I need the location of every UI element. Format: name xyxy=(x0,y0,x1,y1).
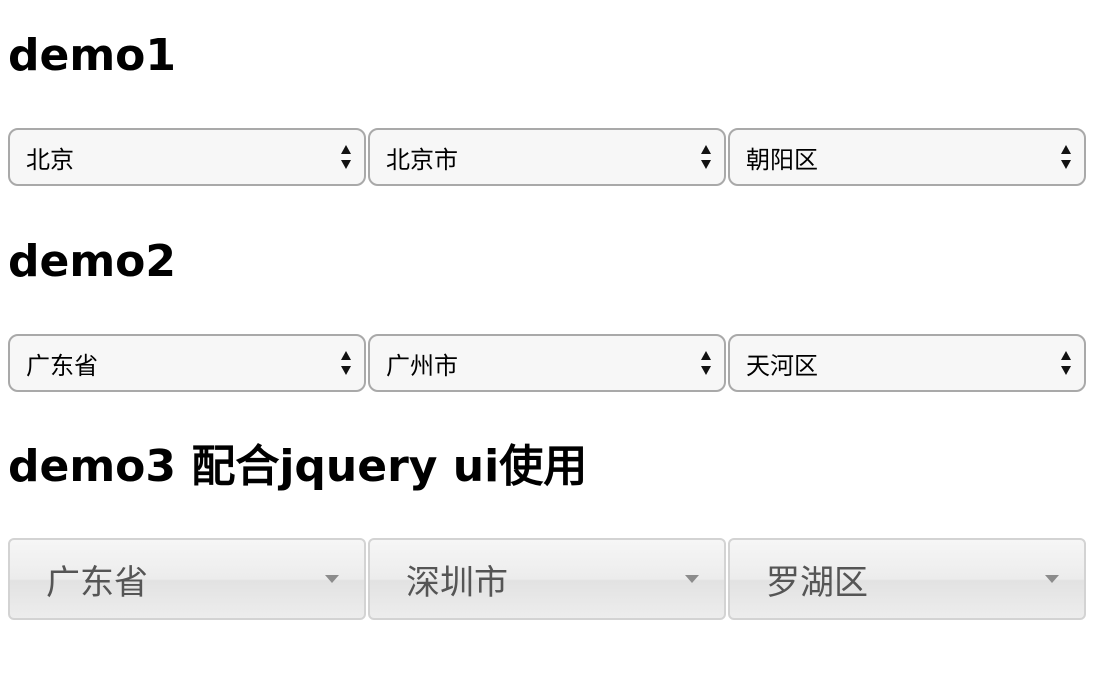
demo2-city-select[interactable]: 广州市 xyxy=(368,334,726,392)
demo3-district-value: 罗湖区 xyxy=(766,562,868,603)
demo3-province-selectmenu[interactable]: 广东省 xyxy=(8,538,366,620)
up-down-arrows-icon xyxy=(700,144,712,170)
demo1-city-value: 北京市 xyxy=(386,145,458,174)
caret-down-icon xyxy=(1044,574,1060,584)
demo1-district-value: 朝阳区 xyxy=(746,145,818,174)
demo2-heading: demo2 xyxy=(8,236,177,287)
up-down-arrows-icon xyxy=(700,350,712,376)
demo1-province-select[interactable]: 北京 xyxy=(8,128,366,186)
demo1-province-value: 北京 xyxy=(26,145,74,174)
demo3-heading: demo3 配合jquery ui使用 xyxy=(8,441,588,492)
demo1-district-select[interactable]: 朝阳区 xyxy=(728,128,1086,186)
demo1-heading: demo1 xyxy=(8,30,177,81)
demo3-select-row: 广东省 深圳市 罗湖区 xyxy=(8,538,1088,620)
demo2-district-value: 天河区 xyxy=(746,351,818,380)
demo2-province-value: 广东省 xyxy=(26,351,98,380)
page: demo1 北京 北京市 朝阳区 demo2 广东省 广州市 天河区 demo3… xyxy=(0,0,1100,678)
up-down-arrows-icon xyxy=(1060,350,1072,376)
demo3-city-value: 深圳市 xyxy=(406,562,508,603)
demo1-select-row: 北京 北京市 朝阳区 xyxy=(8,128,1088,186)
demo2-district-select[interactable]: 天河区 xyxy=(728,334,1086,392)
demo3-province-value: 广东省 xyxy=(46,562,148,603)
demo3-district-selectmenu[interactable]: 罗湖区 xyxy=(728,538,1086,620)
caret-down-icon xyxy=(324,574,340,584)
demo2-city-value: 广州市 xyxy=(386,351,458,380)
demo3-city-selectmenu[interactable]: 深圳市 xyxy=(368,538,726,620)
up-down-arrows-icon xyxy=(1060,144,1072,170)
up-down-arrows-icon xyxy=(340,350,352,376)
up-down-arrows-icon xyxy=(340,144,352,170)
demo2-province-select[interactable]: 广东省 xyxy=(8,334,366,392)
demo1-city-select[interactable]: 北京市 xyxy=(368,128,726,186)
demo2-select-row: 广东省 广州市 天河区 xyxy=(8,334,1088,392)
caret-down-icon xyxy=(684,574,700,584)
